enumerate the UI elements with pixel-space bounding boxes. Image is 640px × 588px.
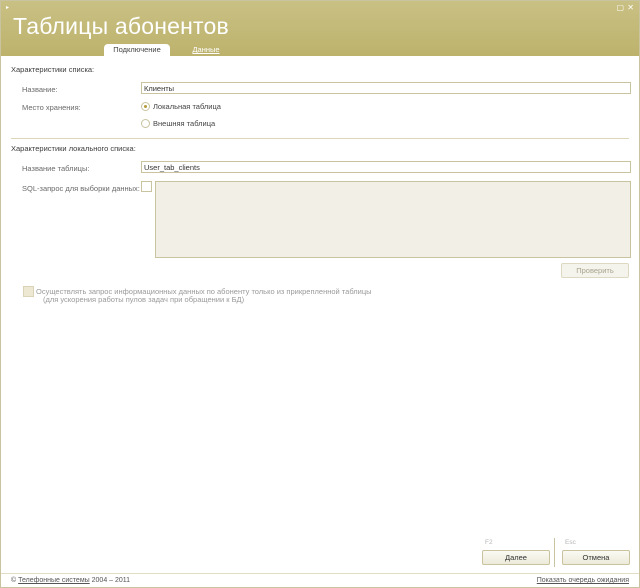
attached-table-checkbox[interactable] (23, 286, 34, 297)
sql-label: SQL-запрос для выборки данных: (22, 184, 140, 193)
external-table-radio[interactable] (141, 119, 150, 128)
page-title: Таблицы абонентов (13, 13, 229, 39)
company-link[interactable]: Телефонные системы (18, 577, 90, 584)
section-divider (11, 138, 629, 139)
cancel-button[interactable]: Отмена (562, 550, 630, 565)
window-header: ▸ ▢ ✕ Таблицы абонентов Подключение Данн… (1, 1, 639, 56)
next-button[interactable]: Далее (482, 550, 550, 565)
window-menu-icon[interactable]: ▸ (6, 4, 9, 12)
sql-query-textarea[interactable] (155, 181, 631, 258)
local-table-label: Локальная таблица (153, 102, 221, 111)
local-table-radio[interactable] (141, 102, 150, 111)
footer-copyright: © Телефонные системы 2004 – 2011 (11, 577, 130, 584)
copyright-icon: © (11, 577, 17, 584)
list-section-title: Характеристики списка: (11, 65, 95, 74)
main-window: ▸ ▢ ✕ Таблицы абонентов Подключение Данн… (0, 0, 640, 588)
name-input[interactable] (141, 82, 631, 94)
storage-local-option[interactable]: Локальная таблица (141, 102, 221, 111)
cancel-key-hint: Esc (565, 539, 576, 546)
maximize-icon[interactable]: ▢ (616, 4, 624, 12)
next-key-hint: F2 (485, 539, 493, 546)
storage-external-option[interactable]: Внешняя таблица (141, 119, 215, 128)
close-icon[interactable]: ✕ (627, 4, 634, 12)
copyright-years: 2004 – 2011 (91, 577, 131, 584)
attached-table-hint: (для ускорения работы пулов задач при об… (43, 295, 245, 304)
name-label: Название: (22, 85, 58, 94)
storage-label: Место хранения: (22, 103, 81, 112)
sql-checkbox[interactable] (141, 181, 152, 192)
check-button[interactable]: Проверить (561, 263, 629, 278)
table-name-input[interactable] (141, 161, 631, 173)
local-section-title: Характеристики локального списка: (11, 144, 136, 153)
show-queue-link[interactable]: Показать очередь ожидания (537, 577, 629, 584)
action-separator (554, 538, 555, 567)
tab-data[interactable]: Данные (183, 44, 229, 56)
external-table-label: Внешняя таблица (153, 119, 216, 128)
table-name-label: Название таблицы: (22, 164, 90, 173)
tab-connection[interactable]: Подключение (104, 44, 170, 56)
footer-divider (1, 573, 639, 574)
